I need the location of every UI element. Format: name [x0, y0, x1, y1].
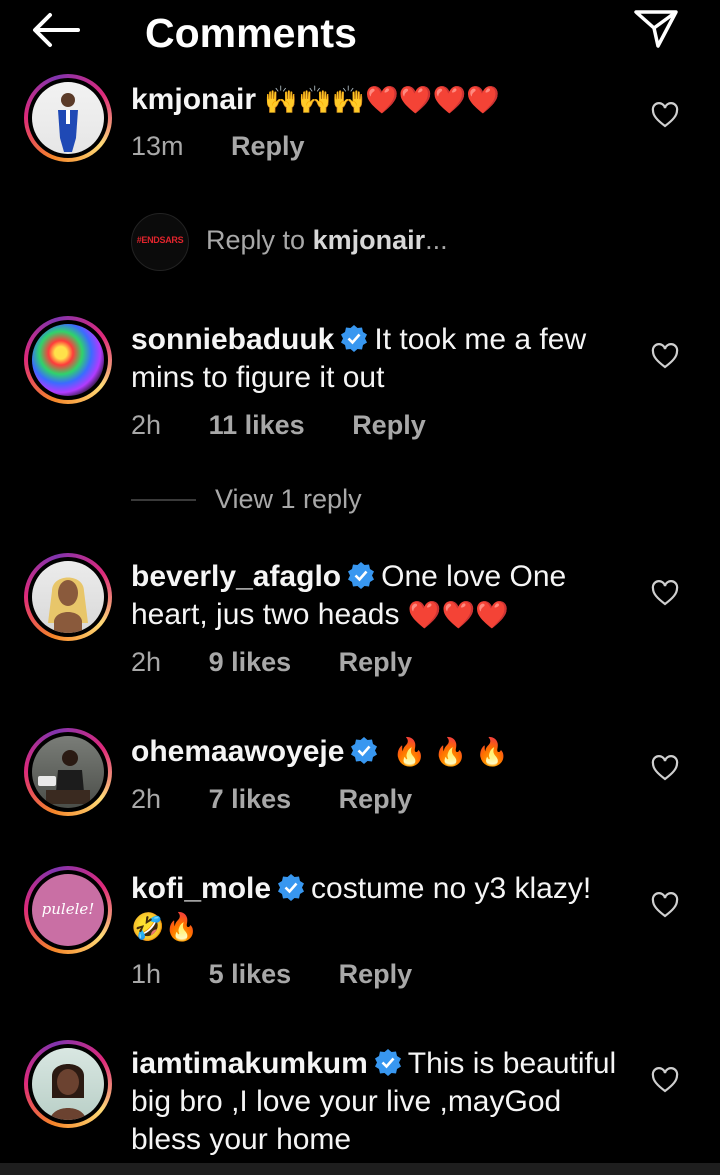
reply-button[interactable]: Reply — [352, 410, 426, 440]
comment-emoji: 🔥 🔥 🔥 — [392, 737, 509, 767]
comment-text: kofi_mole costume no y3 klazy! 🤣🔥 — [131, 870, 621, 946]
comment-text: iamtimakumkum This is beautiful big bro ,… — [131, 1045, 621, 1159]
likes-count[interactable]: 7 likes — [209, 784, 292, 814]
like-heart-icon[interactable] — [651, 892, 679, 918]
likes-count[interactable]: 11 likes — [209, 410, 305, 440]
avatar-logo-text: pulele! — [41, 900, 95, 918]
avatar[interactable] — [24, 728, 112, 816]
comment-emoji: 🤣🔥 — [131, 912, 199, 942]
comment-meta: 2h 7 likes Reply — [131, 784, 452, 815]
like-heart-icon[interactable] — [651, 102, 679, 128]
likes-count[interactable]: 9 likes — [209, 647, 292, 677]
reply-to-placeholder[interactable]: Reply to kmjonair... — [206, 225, 448, 256]
username-link[interactable]: ohemaawoyeje — [131, 735, 344, 768]
avatar[interactable]: pulele! — [24, 866, 112, 954]
username-link[interactable]: kofi_mole — [131, 872, 271, 905]
back-arrow-icon[interactable] — [30, 12, 82, 48]
avatar[interactable] — [24, 74, 112, 162]
current-user-avatar: #ENDSARS — [131, 213, 189, 271]
username-link[interactable]: kmjonair — [131, 83, 256, 116]
verified-badge-icon — [374, 1049, 401, 1076]
comment-emoji: ❤️❤️❤️ — [407, 600, 509, 630]
comment-time: 2h — [131, 784, 162, 814]
bottom-edge-bar — [0, 1163, 720, 1175]
username-link[interactable]: beverly_afaglo — [131, 560, 341, 593]
comment-text: sonniebaduuk It took me a few mins to fig… — [131, 321, 621, 397]
comment-time: 13m — [131, 131, 184, 161]
comment-meta: 2h 11 likes Reply — [131, 410, 466, 441]
comment-text: beverly_afaglo One love One heart, jus tw… — [131, 558, 621, 634]
like-heart-icon[interactable] — [651, 580, 679, 606]
avatar[interactable] — [24, 316, 112, 404]
likes-count[interactable]: 5 likes — [209, 959, 292, 989]
header-bar: Comments — [0, 0, 720, 64]
verified-badge-icon — [278, 874, 305, 901]
send-icon[interactable] — [632, 6, 680, 50]
page-title: Comments — [145, 10, 357, 56]
avatar-tag-text: #ENDSARS — [136, 235, 184, 245]
reply-button[interactable]: Reply — [231, 131, 305, 161]
divider-line — [131, 499, 196, 501]
reply-button[interactable]: Reply — [339, 784, 413, 814]
verified-badge-icon — [341, 325, 368, 352]
username-link[interactable]: sonniebaduuk — [131, 323, 334, 356]
reply-button[interactable]: Reply — [339, 647, 413, 677]
avatar[interactable] — [24, 1040, 112, 1128]
like-heart-icon[interactable] — [651, 755, 679, 781]
comment-time: 2h — [131, 410, 162, 440]
verified-badge-icon — [351, 737, 378, 764]
username-link[interactable]: iamtimakumkum — [131, 1047, 368, 1080]
verified-badge-icon — [348, 562, 375, 589]
like-heart-icon[interactable] — [651, 1067, 679, 1093]
comment-text: ohemaawoyeje 🔥 🔥 🔥 — [131, 733, 621, 771]
comment-meta: 13m Reply — [131, 131, 345, 162]
comment-body: costume no y3 klazy! — [311, 872, 592, 905]
comment-meta: 2h 9 likes Reply — [131, 647, 452, 678]
comment-time: 1h — [131, 959, 162, 989]
comment-meta: 1h 5 likes Reply — [131, 959, 452, 990]
reply-button[interactable]: Reply — [339, 959, 413, 989]
avatar[interactable] — [24, 553, 112, 641]
view-replies-label[interactable]: View 1 reply — [215, 484, 362, 515]
comment-emoji: 🙌🙌🙌❤️❤️❤️❤️ — [264, 85, 500, 115]
comment-text: kmjonair 🙌🙌🙌❤️❤️❤️❤️ — [131, 81, 621, 119]
comment-time: 2h — [131, 647, 162, 677]
like-heart-icon[interactable] — [651, 343, 679, 369]
